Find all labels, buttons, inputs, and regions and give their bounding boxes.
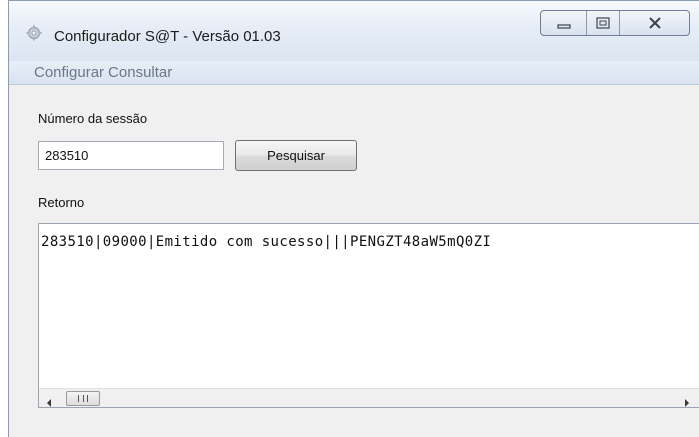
minimize-button[interactable] — [541, 11, 587, 35]
scrollbar-thumb[interactable] — [66, 391, 100, 406]
arrow-right-icon[interactable] — [683, 393, 691, 412]
window-title: Configurador S@T - Versão 01.03 — [54, 28, 281, 45]
menu-bar: Configurar Consultar — [9, 61, 699, 85]
maximize-button[interactable] — [587, 11, 620, 35]
retorno-text: 283510|09000|Emitido com sucesso|||PENGZ… — [41, 234, 492, 250]
retorno-textarea[interactable]: 283510|09000|Emitido com sucesso|||PENGZ… — [38, 223, 699, 408]
title-bar[interactable]: Configurador S@T - Versão 01.03 — [9, 1, 699, 61]
close-icon — [648, 14, 662, 33]
session-label: Número da sessão — [38, 111, 148, 126]
menu-configurar[interactable]: Configurar — [34, 64, 104, 81]
horizontal-scrollbar[interactable] — [39, 388, 699, 407]
retorno-label: Retorno — [38, 195, 85, 210]
client-area: Número da sessão 283510 Pesquisar Retorn… — [9, 85, 699, 437]
arrow-left-icon[interactable] — [45, 393, 53, 412]
search-button[interactable]: Pesquisar — [235, 140, 357, 171]
maximize-icon — [596, 14, 610, 33]
grip-icon — [78, 395, 88, 402]
app-window: Configurador S@T - Versão 01.03 Configur… — [8, 0, 699, 437]
menu-consultar[interactable]: Consultar — [108, 64, 172, 81]
caption-buttons — [540, 10, 690, 36]
session-input[interactable]: 283510 — [38, 141, 224, 170]
close-button[interactable] — [620, 11, 689, 35]
gear-icon[interactable] — [26, 25, 42, 41]
minimize-icon — [556, 14, 571, 33]
